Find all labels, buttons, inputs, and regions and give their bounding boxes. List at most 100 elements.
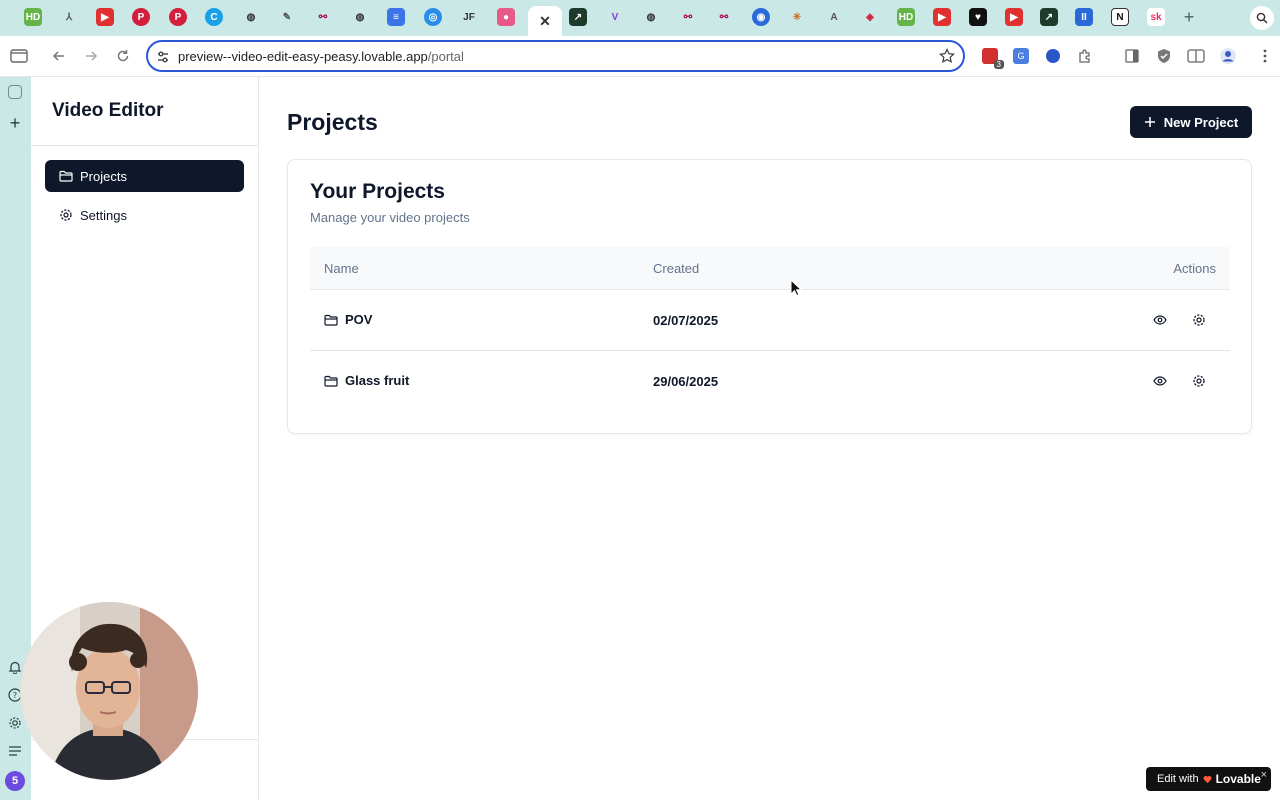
puzzle-icon [1079, 49, 1090, 63]
tab-favicon-v[interactable]: V [606, 8, 624, 26]
app-title: Video Editor [52, 100, 164, 121]
bell-icon [8, 661, 22, 674]
sidebar-toggle-button[interactable] [9, 46, 29, 66]
tab-favicon-hd[interactable]: HD [24, 8, 42, 26]
gear-icon [1193, 314, 1205, 326]
tab-favicon-globe-2[interactable]: ◍ [351, 8, 369, 26]
sidebar-item-label: Settings [80, 207, 127, 223]
new-tab-button[interactable]: + [1180, 6, 1198, 28]
lovable-brand: Lovable [1215, 772, 1261, 786]
project-name: Glass fruit [345, 373, 410, 388]
tab-favicon-claude[interactable]: ✳ [788, 8, 806, 26]
tab-favicon-hd-2[interactable]: HD [897, 8, 915, 26]
tab-favicon-chart-2[interactable]: ↗ [1040, 8, 1058, 26]
folder-icon [324, 375, 338, 387]
tab-favicon-pinterest-2[interactable]: P [169, 8, 187, 26]
project-name-cell[interactable]: Glass fruit [324, 373, 409, 388]
translate-extension-button[interactable]: G [1011, 46, 1031, 66]
blue-extension-button[interactable] [1043, 46, 1063, 66]
tab-favicon-blue-circle[interactable]: ◎ [424, 8, 442, 26]
tab-favicon-tree[interactable]: ⅄ [60, 8, 78, 26]
new-project-label: New Project [1163, 114, 1239, 130]
tab-search-button[interactable] [1250, 6, 1274, 30]
folder-icon [59, 170, 73, 182]
rail-user-badge[interactable]: 5 [5, 771, 25, 791]
bookmark-star-icon[interactable] [939, 48, 955, 64]
tab-favicon-pause[interactable]: II [1075, 8, 1093, 26]
split-view-button[interactable] [1186, 46, 1206, 66]
tab-favicon-red-ring[interactable]: ◈ [861, 8, 879, 26]
reload-button[interactable] [113, 46, 133, 66]
lovable-close-icon[interactable]: × [1261, 769, 1267, 781]
tab-favicon-notion[interactable]: N [1111, 8, 1129, 26]
forward-button[interactable] [81, 46, 101, 66]
tab-favicon-c[interactable]: C [205, 8, 223, 26]
address-bar[interactable]: preview--video-edit-easy-peasy.lovable.a… [146, 40, 965, 72]
project-settings-button[interactable] [1190, 311, 1208, 329]
tab-favicon-sk[interactable]: sk [1147, 8, 1165, 26]
app-icon [8, 85, 22, 99]
table-header: Name Created Actions [310, 247, 1230, 290]
tab-favicon-link[interactable]: ⚯ [314, 8, 332, 26]
tab-favicon-globe[interactable]: ◍ [242, 8, 260, 26]
eye-icon [1153, 315, 1167, 325]
extension-calendar-button[interactable]: 3 [980, 46, 1004, 69]
blue-circle-icon [1046, 49, 1060, 63]
tab-favicon-docs[interactable]: ≡ [387, 8, 405, 26]
tab-favicon-a[interactable]: A [825, 8, 843, 26]
rail-add-button[interactable]: + [6, 113, 24, 133]
tab-favicon-link-3[interactable]: ⚯ [715, 8, 733, 26]
tab-favicon-blue[interactable]: ◉ [752, 8, 770, 26]
column-header-created: Created [653, 261, 700, 276]
sidebar-item-projects[interactable]: Projects [45, 160, 244, 192]
profile-button[interactable] [1218, 46, 1238, 66]
shield-icon [1158, 49, 1170, 63]
tab-favicon-youtube-3[interactable]: ▶ [1005, 8, 1023, 26]
extensions-button[interactable] [1075, 46, 1095, 66]
edit-with-lovable-badge[interactable]: Edit with Lovable × [1146, 767, 1271, 791]
more-vertical-icon [1263, 49, 1267, 63]
rail-settings-button[interactable] [6, 714, 24, 732]
tab-favicon-heart[interactable]: ♥ [969, 8, 987, 26]
profile-avatar-icon [1220, 48, 1236, 64]
tab-favicon-jf[interactable]: JF [460, 8, 478, 26]
tab-favicon-pinterest[interactable]: P [132, 8, 150, 26]
project-settings-button[interactable] [1190, 372, 1208, 390]
back-button[interactable] [49, 46, 69, 66]
calendar-icon: 3 [982, 48, 1004, 69]
reading-list-button[interactable] [1122, 46, 1142, 66]
gear-icon [9, 717, 21, 729]
column-header-actions: Actions [1173, 261, 1216, 276]
split-screen-icon [1187, 49, 1205, 63]
side-panel-icon [1125, 49, 1139, 63]
site-settings-icon[interactable] [156, 50, 170, 64]
plus-icon [1144, 117, 1155, 127]
menu-button[interactable] [1255, 46, 1275, 66]
tab-favicon-youtube-2[interactable]: ▶ [933, 8, 951, 26]
tab-favicon-chart[interactable]: ↗ [569, 8, 587, 26]
rail-list-button[interactable] [6, 742, 24, 760]
url-text: preview--video-edit-easy-peasy.lovable.a… [178, 49, 464, 64]
view-project-button[interactable] [1151, 311, 1169, 329]
tab-favicon-tool[interactable]: ✎ [278, 8, 296, 26]
browser-toolbar: preview--video-edit-easy-peasy.lovable.a… [0, 36, 1280, 77]
column-header-name: Name [324, 261, 359, 276]
project-name-cell[interactable]: POV [324, 312, 372, 327]
shield-extension-button[interactable] [1154, 46, 1174, 66]
table-row[interactable]: POV 02/07/2025 [310, 290, 1230, 351]
tab-favicon-pink[interactable]: ● [497, 8, 515, 26]
new-project-button[interactable]: New Project [1130, 106, 1252, 138]
table-row[interactable]: Glass fruit 29/06/2025 [310, 351, 1230, 412]
presenter-video-image [20, 602, 198, 780]
webcam-overlay [20, 602, 198, 780]
view-project-button[interactable] [1151, 372, 1169, 390]
sidebar-item-settings[interactable]: Settings [45, 199, 244, 231]
tab-favicon-globe-3[interactable]: ◍ [642, 8, 660, 26]
project-created-date: 02/07/2025 [653, 313, 719, 328]
sidebar-divider [31, 145, 258, 146]
tab-favicon-link-2[interactable]: ⚯ [679, 8, 697, 26]
tab-active-close[interactable]: ✕ [528, 6, 562, 36]
tab-favicon-youtube[interactable]: ▶ [96, 8, 114, 26]
rail-app-button[interactable] [6, 83, 24, 101]
translate-icon: G [1013, 48, 1029, 64]
